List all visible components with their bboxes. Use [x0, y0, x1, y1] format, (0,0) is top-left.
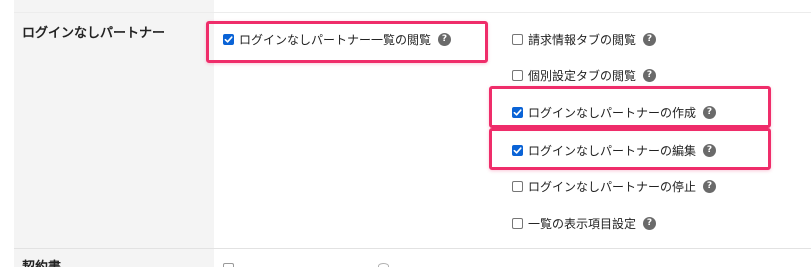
permission-item-suspend[interactable]: ログインなしパートナーの停止 ?	[512, 177, 717, 195]
question-circle-icon[interactable]: ?	[643, 216, 657, 230]
checkbox-partial[interactable]	[223, 263, 234, 267]
checkbox-partial[interactable]	[378, 263, 389, 267]
permission-item-edit[interactable]: ログインなしパートナーの編集 ?	[512, 141, 717, 159]
question-circle-icon[interactable]: ?	[643, 68, 657, 82]
permission-item-individual-tab[interactable]: 個別設定タブの閲覧 ?	[512, 66, 657, 84]
permission-label: 個別設定タブの閲覧	[528, 68, 637, 83]
next-section-title: 契約書	[22, 256, 61, 267]
checkbox-unchecked[interactable]	[512, 33, 523, 45]
permission-label: 一覧の表示項目設定	[528, 216, 637, 231]
question-circle-icon[interactable]: ?	[438, 32, 452, 46]
permission-label: ログインなしパートナーの作成	[528, 105, 697, 120]
checkmark-icon	[513, 108, 522, 116]
checkbox-checked[interactable]	[223, 33, 234, 45]
checkbox-checked[interactable]	[512, 106, 523, 118]
permission-item-column-settings[interactable]: 一覧の表示項目設定 ?	[512, 214, 657, 232]
checkbox-unchecked[interactable]	[512, 217, 523, 229]
question-circle-icon[interactable]: ?	[703, 143, 717, 157]
checkmark-icon	[224, 35, 233, 43]
permission-item-list-view[interactable]: ログインなしパートナー一覧の閲覧 ?	[223, 30, 452, 48]
permission-settings-page: ログインなしパートナー ログインなしパートナー一覧の閲覧 ? 請求情報タブの閲覧…	[0, 0, 811, 267]
top-divider	[14, 12, 811, 13]
question-circle-icon[interactable]: ?	[703, 179, 717, 193]
permission-label: 請求情報タブの閲覧	[528, 32, 637, 47]
permission-item-create[interactable]: ログインなしパートナーの作成 ?	[512, 103, 717, 121]
permission-item-billing-tab[interactable]: 請求情報タブの閲覧 ?	[512, 30, 657, 48]
question-circle-icon[interactable]: ?	[643, 32, 657, 46]
checkbox-unchecked[interactable]	[512, 180, 523, 192]
checkbox-unchecked[interactable]	[512, 69, 523, 81]
question-circle-icon[interactable]: ?	[703, 105, 717, 119]
checkbox-checked[interactable]	[512, 144, 523, 156]
section-divider	[14, 248, 811, 249]
section-title: ログインなしパートナー	[22, 26, 166, 41]
permission-label: ログインなしパートナーの停止	[528, 179, 697, 194]
permission-label: ログインなしパートナーの編集	[528, 143, 697, 158]
checkmark-icon	[513, 146, 522, 154]
permission-label: ログインなしパートナー一覧の閲覧	[239, 32, 432, 47]
